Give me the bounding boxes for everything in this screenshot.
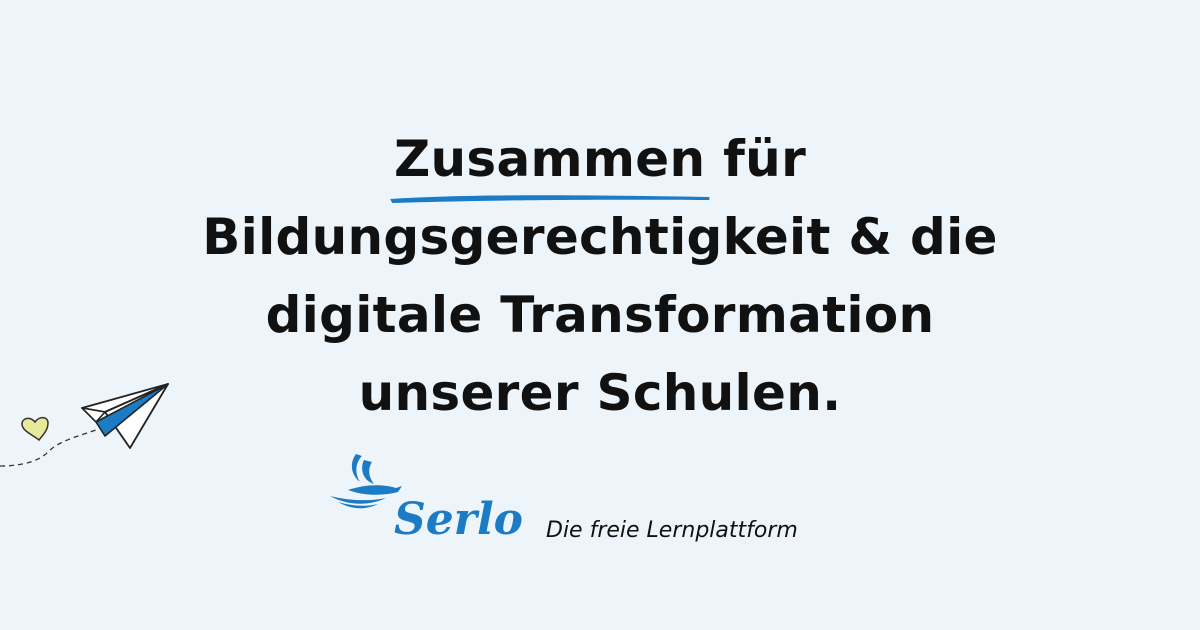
headline: Zusammen für Bildungsgerechtigkeit & die… [0,120,1200,432]
headline-line-4: unserer Schulen. [358,364,842,422]
headline-line-2: Bildungsgerechtigkeit & die [202,208,998,266]
headline-line-1-rest: für [705,130,807,188]
serlo-bird-logo [330,454,402,509]
paper-plane-icon [0,383,169,467]
headline-line-3: digitale Transformation [265,286,935,344]
emphasis-word: Zusammen [393,130,706,188]
brand-tagline: Die freie Lernplattform [546,518,798,543]
headline-line-1: Zusammen für [0,120,1200,203]
headline-emphasis: Zusammen [390,120,710,203]
brand-name: Serlo [394,494,524,545]
heart-icon [21,416,49,442]
brush-underline [390,195,710,203]
